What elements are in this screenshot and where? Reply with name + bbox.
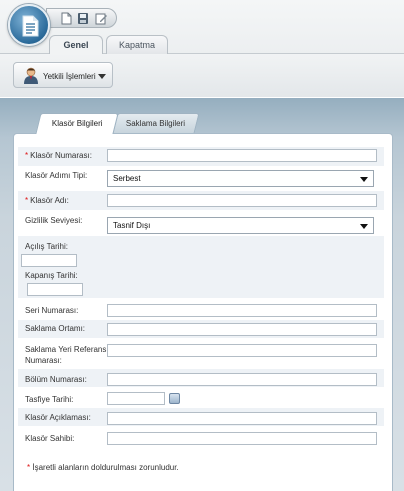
saklama-yeri-referans-input[interactable]	[107, 344, 377, 357]
saklama-ortami-input[interactable]	[107, 323, 377, 336]
klasor-sahibi-input[interactable]	[107, 432, 377, 445]
tab-klasor-bilgileri[interactable]: Klasör Bilgileri	[35, 113, 119, 134]
chevron-down-icon	[360, 224, 368, 229]
label-klasor-sahibi: Klasör Sahibi:	[25, 434, 75, 443]
application-menu-button[interactable]	[8, 4, 50, 46]
quick-access-toolbar	[46, 8, 117, 28]
authorized-operations-label: Yetkili İşlemleri	[43, 72, 96, 81]
klasor-adimi-tipi-select[interactable]: Serbest	[107, 170, 374, 187]
seri-numarasi-input[interactable]	[107, 304, 377, 317]
label-gizlilik-seviyesi: Gizlilik Seviyesi:	[25, 216, 83, 225]
klasor-adi-input[interactable]	[107, 194, 377, 207]
label-klasor-adi: * Klasör Adı:	[25, 196, 69, 205]
tab-genel[interactable]: Genel	[49, 35, 103, 54]
klasor-adimi-tipi-value: Serbest	[113, 174, 141, 183]
tab-saklama-bilgileri[interactable]: Saklama Bilgileri	[112, 113, 200, 134]
label-seri-numarasi: Seri Numarası:	[25, 306, 79, 315]
label-tasfiye-tarihi: Tasfiye Tarihi:	[25, 395, 74, 404]
label-klasor-numarasi: * Klasör Numarası:	[25, 151, 92, 160]
kapanis-tarihi-input[interactable]	[27, 283, 83, 296]
document-icon	[22, 15, 39, 37]
tab-kapatma[interactable]: Kapatma	[106, 35, 168, 54]
label-saklama-ortami: Saklama Ortamı:	[25, 324, 86, 333]
new-document-icon[interactable]	[59, 12, 73, 25]
chevron-down-icon	[360, 177, 368, 182]
label-bolum-numarasi: Bölüm Numarası:	[25, 375, 87, 384]
required-fields-note: * İşaretli alanların doldurulması zorunl…	[27, 463, 179, 472]
edit-icon[interactable]	[94, 12, 108, 25]
tasfiye-tarihi-input[interactable]	[107, 392, 165, 405]
label-klasor-aciklamasi: Klasör Açıklaması:	[25, 413, 91, 422]
label-acilis-tarihi: Açılış Tarihi:	[25, 242, 68, 251]
label-kapanis-tarihi: Kapanış Tarihi:	[25, 271, 78, 280]
bolum-numarasi-input[interactable]	[107, 373, 377, 386]
user-icon	[24, 67, 38, 84]
authorized-operations-button[interactable]: Yetkili İşlemleri	[13, 62, 113, 88]
klasor-aciklamasi-input[interactable]	[107, 412, 377, 425]
gizlilik-seviyesi-select[interactable]: Tasnif Dışı	[107, 217, 374, 234]
calendar-icon[interactable]	[169, 393, 180, 404]
gizlilik-seviyesi-value: Tasnif Dışı	[113, 221, 151, 230]
klasor-numarasi-input[interactable]	[107, 149, 377, 162]
acilis-tarihi-input[interactable]	[21, 254, 77, 267]
label-klasor-adimi-tipi: Klasör Adımı Tipi:	[25, 171, 88, 180]
label-saklama-yeri-referans: Saklama Yeri Referans	[25, 345, 107, 354]
save-icon[interactable]	[76, 12, 90, 25]
label-saklama-yeri-referans-line2: Numarası:	[25, 356, 62, 365]
chevron-down-icon	[98, 74, 106, 79]
